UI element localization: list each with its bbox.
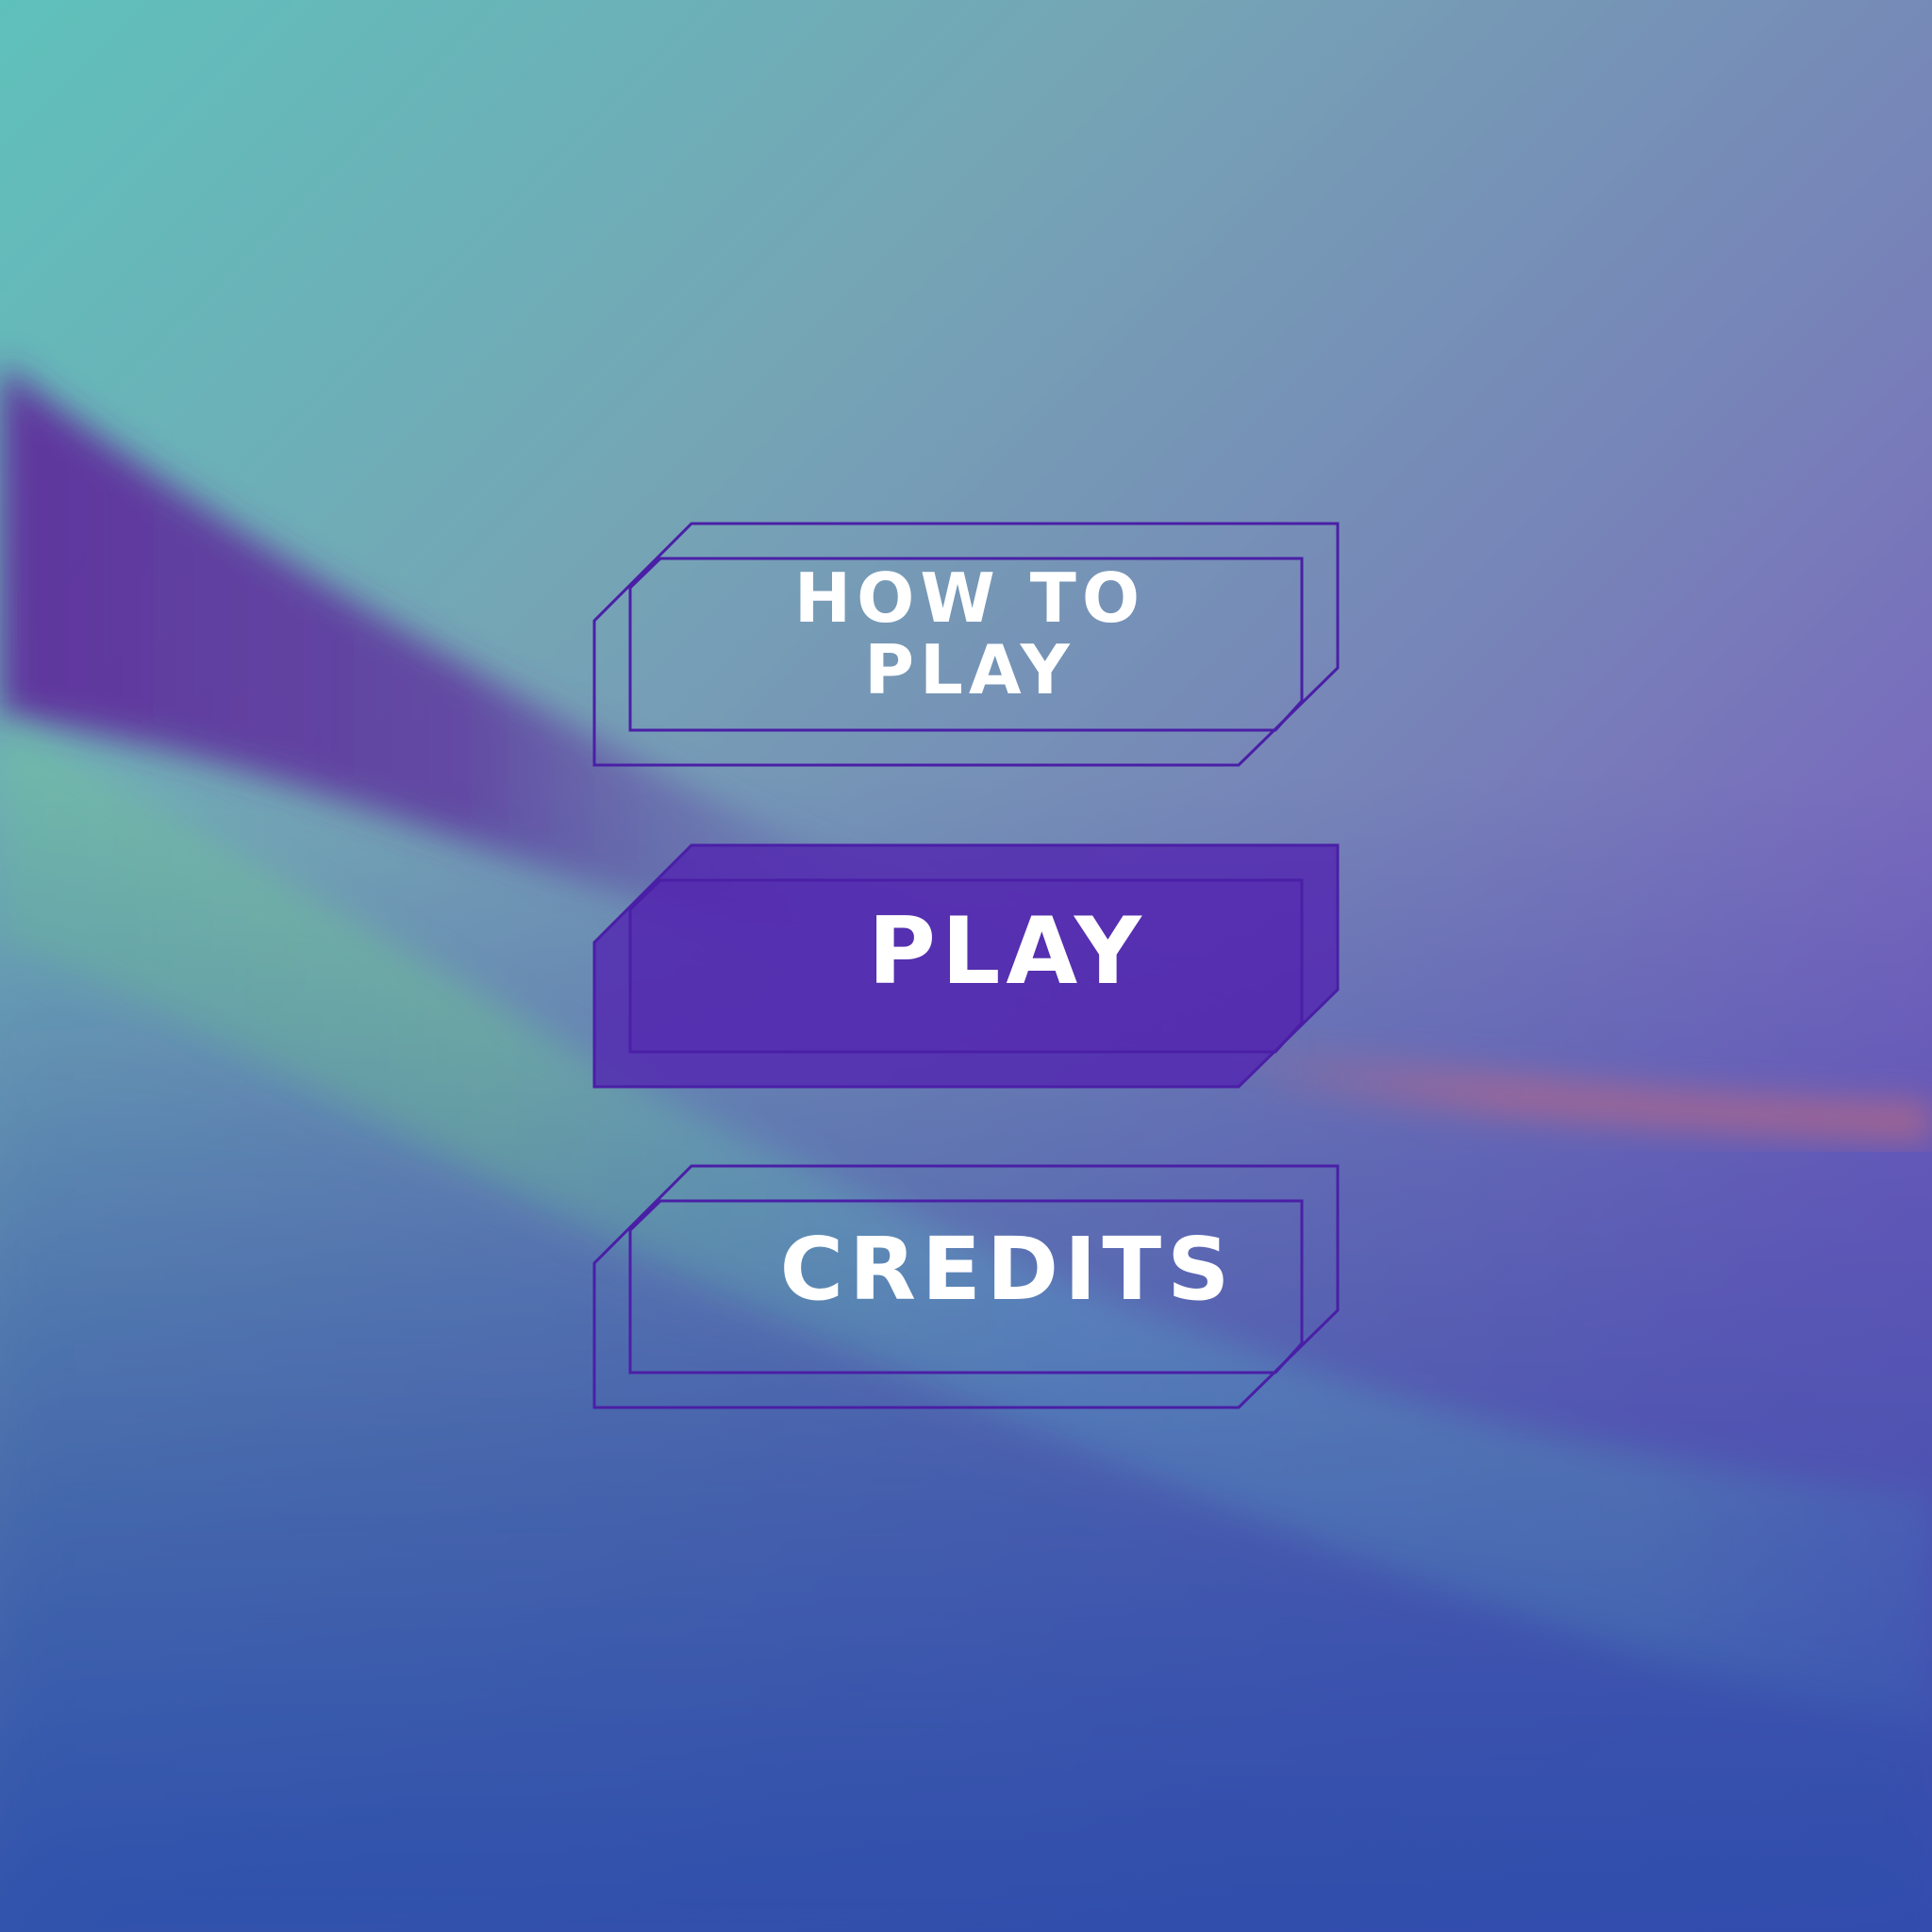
how-to-play-label: HOW TO PLAY [793, 558, 1146, 709]
play-label: PLAY [868, 897, 1147, 1006]
play-button[interactable]: PLAY [592, 843, 1340, 1089]
credits-label: CREDITS [779, 1218, 1236, 1320]
how-to-play-button[interactable]: HOW TO PLAY [592, 522, 1340, 767]
credits-button[interactable]: CREDITS [592, 1164, 1340, 1409]
